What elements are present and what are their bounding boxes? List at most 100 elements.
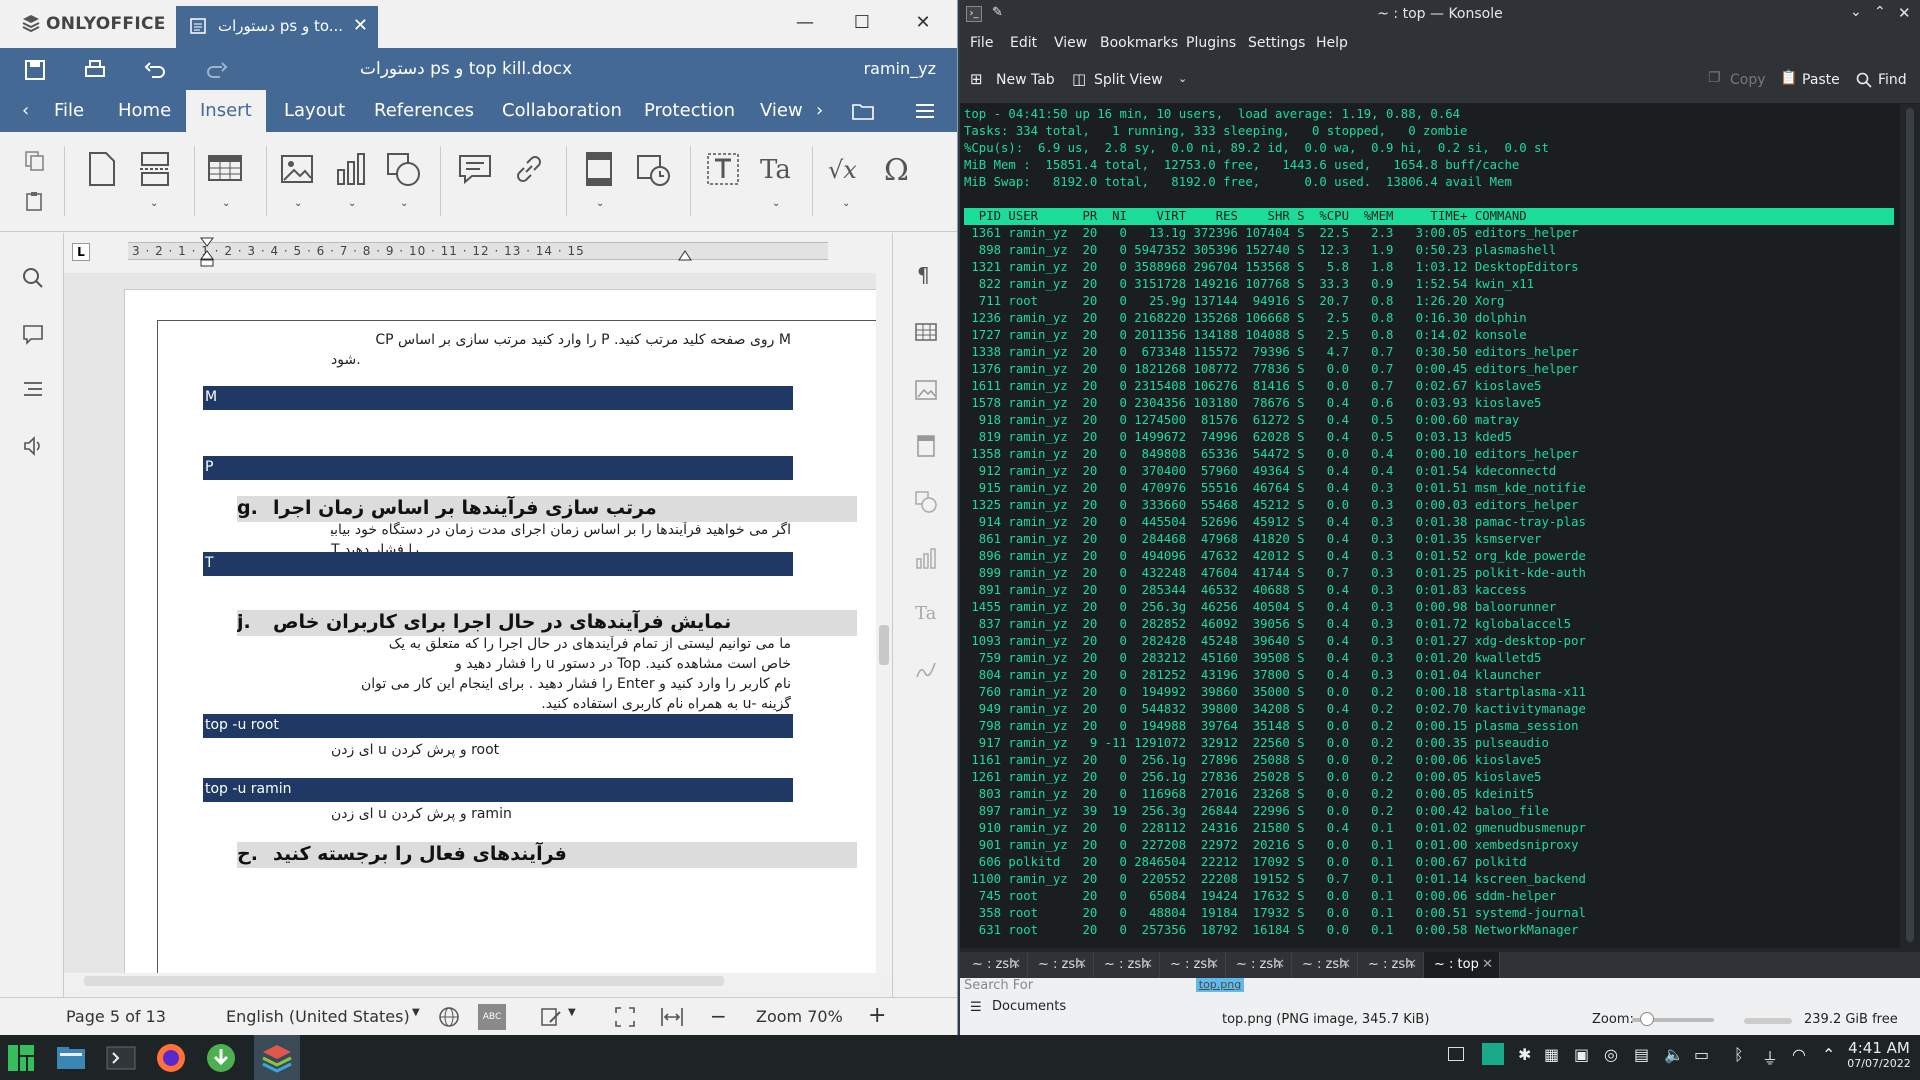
fit-width-icon[interactable] [660, 1006, 684, 1028]
speaker-icon[interactable] [22, 435, 44, 457]
terminal-output[interactable]: top - 04:41:50 up 16 min, 10 users, load… [960, 104, 1900, 948]
tab-protection[interactable]: Protection [630, 90, 749, 132]
terminal-icon[interactable] [104, 1041, 138, 1075]
header-settings-icon[interactable] [915, 435, 937, 457]
tab-insert[interactable]: Insert [186, 90, 266, 132]
open-location-icon[interactable] [852, 102, 874, 120]
image-icon[interactable] [278, 150, 316, 188]
download-manager-icon[interactable] [204, 1041, 238, 1075]
scroll-thumb[interactable] [84, 976, 724, 986]
selected-file[interactable]: top.png [1196, 978, 1244, 992]
close-tab-icon[interactable]: ✕ [353, 15, 368, 36]
terminal-tab[interactable]: ~ : zsh ✕ [1292, 952, 1358, 978]
close-window-button[interactable]: ✕ [1898, 4, 1911, 22]
zoom-in-icon[interactable]: + [868, 1003, 886, 1028]
maximize-button[interactable]: ⌃ [1874, 4, 1886, 20]
redo-icon[interactable] [204, 57, 230, 83]
globe-icon[interactable] [438, 1006, 460, 1028]
chevron-down-icon[interactable]: ▼ [568, 1007, 576, 1018]
undo-icon[interactable] [142, 57, 168, 83]
chevron-down-icon[interactable]: ⌄ [294, 198, 304, 209]
language-selector[interactable]: English (United States) [226, 1007, 410, 1026]
terminal-scrollbar[interactable] [1900, 104, 1920, 948]
spellcheck-icon[interactable]: ABC [478, 1004, 506, 1030]
volume-icon[interactable]: 🔈 [1664, 1045, 1684, 1064]
shape-icon[interactable] [384, 150, 422, 188]
zoom-out-icon[interactable]: − [710, 1004, 727, 1028]
menu-file[interactable]: File [970, 35, 993, 51]
expand-tray-icon[interactable]: ⌃ [1822, 1045, 1835, 1064]
file-manager-icon[interactable] [54, 1041, 88, 1075]
hyperlink-icon[interactable] [510, 150, 548, 188]
terminal-tab[interactable]: ~ : zsh ✕ [1160, 952, 1226, 978]
onlyoffice-task[interactable] [254, 1035, 300, 1080]
print-icon[interactable] [82, 57, 108, 83]
pager-icon[interactable] [1482, 1043, 1504, 1065]
close-tab-icon[interactable]: ✕ [1076, 952, 1087, 978]
close-tab-icon[interactable]: ✕ [1010, 952, 1021, 978]
tab-stop-selector[interactable]: L [72, 243, 90, 261]
usb-icon[interactable]: ⏚ [1762, 1045, 1778, 1069]
page-indicator[interactable]: Page 5 of 13 [66, 1007, 166, 1026]
menu-plugins[interactable]: Plugins [1186, 35, 1236, 51]
terminal-tab[interactable]: ~ : zsh ✕ [1094, 952, 1160, 978]
paste-icon[interactable] [24, 190, 46, 212]
chevron-down-icon[interactable]: ⌄ [842, 198, 852, 209]
terminal-tab[interactable]: ~ : zsh ✕ [962, 952, 1028, 978]
horizontal-scrollbar[interactable] [64, 973, 876, 989]
close-tab-icon[interactable]: ✕ [1340, 952, 1351, 978]
search-icon[interactable] [22, 267, 44, 289]
horizontal-ruler[interactable]: L 3 · 2 · 1 · 1 · 2 · 3 · 4 · 5 · 6 · 7 … [64, 233, 892, 273]
paragraph-settings-icon[interactable]: ¶ [917, 263, 930, 287]
calendar-icon[interactable]: ▦ [1544, 1045, 1559, 1064]
clipboard-icon[interactable]: ▣ [1574, 1045, 1589, 1064]
chevron-down-icon[interactable]: ⌄ [222, 198, 232, 209]
notifications-icon[interactable]: ✱ [1518, 1045, 1531, 1064]
menu-help[interactable]: Help [1316, 35, 1348, 51]
table-settings-icon[interactable] [915, 323, 937, 341]
manjaro-menu-icon[interactable] [4, 1041, 38, 1075]
network-icon[interactable]: ◠ [1792, 1045, 1806, 1064]
terminal-tab[interactable]: ~ : zsh ✕ [1226, 952, 1292, 978]
zoom-level[interactable]: Zoom 70% [756, 1007, 843, 1026]
document-tab[interactable]: دستورات ps و to... ✕ [176, 6, 378, 48]
split-view-button[interactable]: ◫ Split View ⌄ [1072, 70, 1192, 92]
chevron-down-icon[interactable]: ▼ [412, 1007, 420, 1018]
close-tab-icon[interactable]: ✕ [1482, 952, 1493, 978]
equation-icon[interactable]: √x [826, 150, 864, 188]
table-icon[interactable] [206, 150, 244, 188]
date-time-icon[interactable] [634, 150, 672, 188]
menu-settings[interactable]: Settings [1248, 35, 1305, 51]
track-changes-icon[interactable] [540, 1006, 562, 1028]
menu-bookmarks[interactable]: Bookmarks [1100, 35, 1178, 51]
text-box-icon[interactable] [704, 150, 742, 188]
minimize-button[interactable]: — [792, 10, 818, 36]
places-documents[interactable]: Documents [992, 999, 1066, 1014]
document-canvas[interactable]: M روی صفحه کلید مرتب کنید. P را وارد کنی… [64, 273, 876, 973]
chevron-down-icon[interactable]: ⌄ [772, 198, 782, 209]
navigation-icon[interactable] [22, 379, 44, 401]
close-tab-icon[interactable]: ✕ [1208, 952, 1219, 978]
tab-home[interactable]: Home [104, 90, 185, 132]
signature-settings-icon[interactable] [915, 659, 937, 681]
files-icon[interactable]: ▤ [1634, 1045, 1649, 1064]
header-footer-icon[interactable] [580, 150, 618, 188]
battery-icon[interactable]: ▭ [1694, 1045, 1709, 1064]
menu-view[interactable]: View [1054, 35, 1087, 51]
bluetooth-icon[interactable]: ᛒ [1734, 1045, 1744, 1064]
text-art-settings-icon[interactable]: Ta [915, 603, 936, 624]
clock[interactable]: 4:41 AM 07/07/2022 [1842, 1039, 1916, 1070]
symbol-icon[interactable]: Ω [880, 150, 918, 188]
ribbon-scroll-right-icon[interactable]: › [802, 90, 837, 132]
comment-icon[interactable] [456, 150, 494, 188]
terminal-tab[interactable]: ~ : zsh ✕ [1028, 952, 1094, 978]
menu-icon[interactable] [914, 102, 936, 120]
tab-layout[interactable]: Layout [270, 90, 359, 132]
chevron-down-icon[interactable]: ⌄ [400, 198, 410, 209]
close-tab-icon[interactable]: ✕ [1274, 952, 1285, 978]
firefox-icon[interactable] [154, 1041, 188, 1075]
chevron-down-icon[interactable]: ⌄ [596, 198, 606, 209]
user-name[interactable]: ramin_yz [864, 59, 936, 78]
shape-settings-icon[interactable] [915, 491, 937, 513]
tab-references[interactable]: References [360, 90, 488, 132]
